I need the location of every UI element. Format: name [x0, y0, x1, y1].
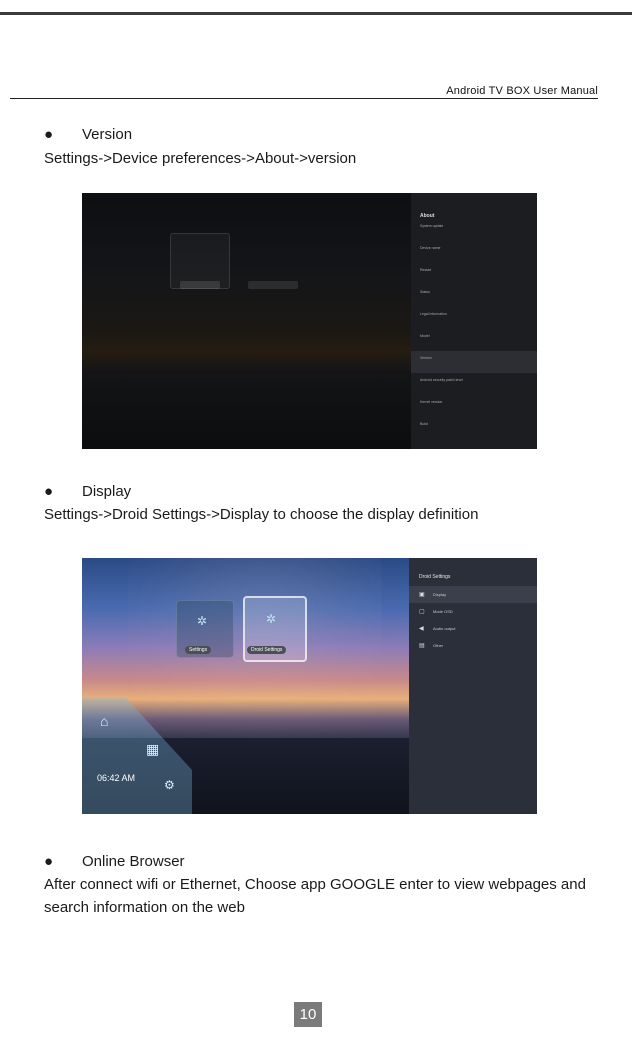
bullet-icon: ● [44, 483, 54, 500]
panel-item: Model [420, 334, 430, 338]
section-heading: Online Browser [82, 853, 185, 870]
about-screenshot: About System update Device name Restart … [82, 193, 537, 449]
header-rule [10, 98, 598, 99]
page-number: 10 [294, 1002, 322, 1027]
about-panel: About System update Device name Restart … [411, 193, 537, 449]
panel-item-selected: Version [411, 351, 537, 373]
section-display-heading: ● Display [44, 483, 131, 500]
panel-item: Device name [420, 246, 441, 250]
bullet-icon: ● [44, 853, 54, 870]
droid-settings-panel: Droid Settings ▣ Display ▢ Mode OSD ◀ Audio… [409, 558, 537, 814]
droid-settings-screenshot: ✲ ✲ Settings Droid Settings ⌂ ▦ ⚙ 06:42 … [82, 558, 537, 814]
panel-item-label: Other [433, 643, 444, 648]
bullet-icon: ● [44, 126, 54, 143]
top-rule [0, 12, 632, 15]
tile-label: Droid Settings [247, 646, 287, 654]
other-icon: ▤ [419, 643, 425, 649]
panel-item-selected: ▣ Display [409, 586, 537, 603]
panel-item: Restart [420, 268, 432, 272]
section-heading: Display [82, 483, 132, 500]
clock: 06:42 AM [97, 773, 136, 783]
section-version-text: Settings->Device preferences->About->ver… [44, 150, 357, 167]
apps-icon: ▦ [146, 741, 160, 757]
app-tile-label [180, 281, 220, 289]
section-browser-heading: ● Online Browser [44, 853, 185, 870]
settings-icon: ⚙ [164, 778, 175, 792]
gear-icon: ✲ [266, 612, 277, 626]
panel-item-label: Mode OSD [433, 609, 453, 614]
panel-item: ▢ Mode OSD [409, 603, 537, 620]
app-tile-label [248, 281, 298, 289]
panel-title: Droid Settings [419, 574, 451, 580]
panel-item: Status [420, 290, 430, 294]
display-icon: ▣ [419, 592, 425, 598]
panel-item-label: Audio output [433, 626, 456, 631]
panel-item: Kernel version [420, 400, 443, 404]
osd-icon: ▢ [419, 609, 425, 615]
section-heading: Version [82, 126, 133, 143]
nav-pane [82, 698, 192, 814]
panel-item: Legal information [420, 312, 447, 316]
panel-item: Android security patch level [420, 378, 463, 382]
manual-header-title: Android TV BOX User Manual [446, 85, 598, 97]
section-version-heading: ● Version [44, 126, 132, 143]
home-icon: ⌂ [100, 713, 109, 729]
panel-item: System update [420, 224, 444, 228]
speaker-icon: ◀ [419, 626, 424, 632]
panel-item-label: Display [433, 592, 447, 597]
tile-label: Settings [185, 646, 212, 654]
panel-item: Build [420, 422, 428, 426]
section-browser-text: After connect wifi or Ethernet, Choose a… [44, 876, 586, 916]
panel-item: ◀ Audio output [409, 620, 537, 637]
gear-icon: ✲ [197, 614, 208, 628]
panel-item: ▤ Other [409, 637, 537, 654]
panel-title: About [420, 213, 435, 219]
section-display-text: Settings->Droid Settings->Display to cho… [44, 506, 479, 523]
